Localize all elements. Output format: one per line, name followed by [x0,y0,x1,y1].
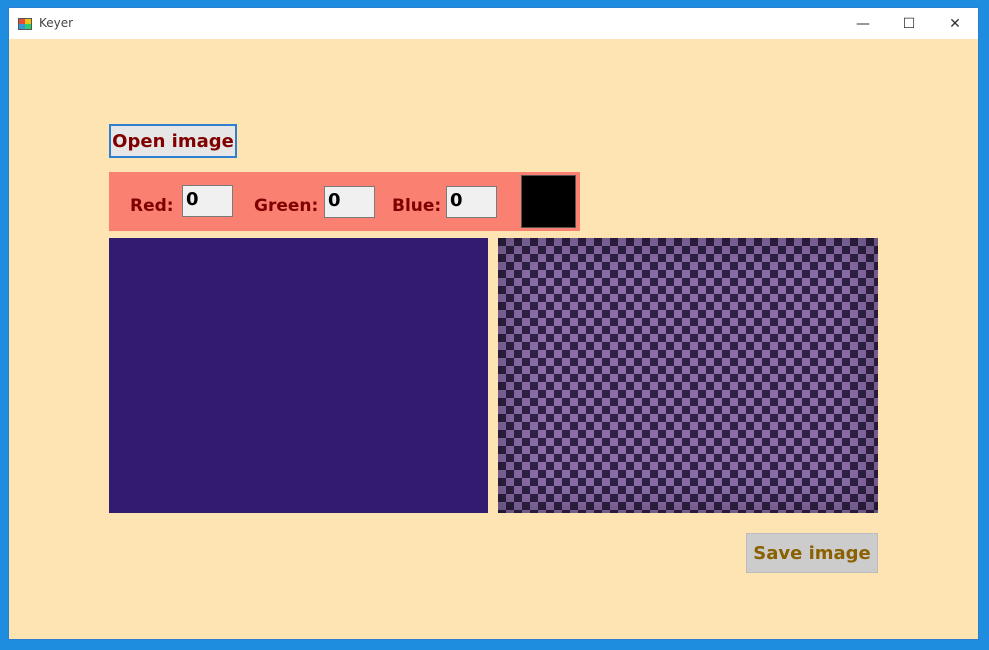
maximize-icon: ☐ [902,15,916,32]
minimize-button[interactable]: — [840,8,886,39]
close-icon: ✕ [949,15,961,32]
app-window: Keyer — ☐ ✕ Open image Red: 0 Green: 0 B… [9,8,978,639]
window-title: Keyer [39,16,74,30]
blue-input[interactable]: 0 [446,186,497,218]
keyer-app-icon [18,16,32,30]
green-input[interactable]: 0 [324,186,375,218]
maximize-button[interactable]: ☐ [886,8,932,39]
color-swatch[interactable] [521,175,576,228]
open-image-button[interactable]: Open image [109,124,237,158]
red-input[interactable]: 0 [182,185,233,217]
green-label: Green: [254,196,319,216]
keyed-result-image [498,238,878,513]
source-image [109,238,488,513]
save-image-button[interactable]: Save image [746,533,878,573]
title-bar[interactable]: Keyer — ☐ ✕ [9,8,978,39]
minimize-icon: — [856,15,870,32]
red-label: Red: [130,196,174,216]
blue-label: Blue: [392,196,442,216]
close-button[interactable]: ✕ [932,8,978,39]
color-key-panel: Red: 0 Green: 0 Blue: 0 [109,172,580,231]
